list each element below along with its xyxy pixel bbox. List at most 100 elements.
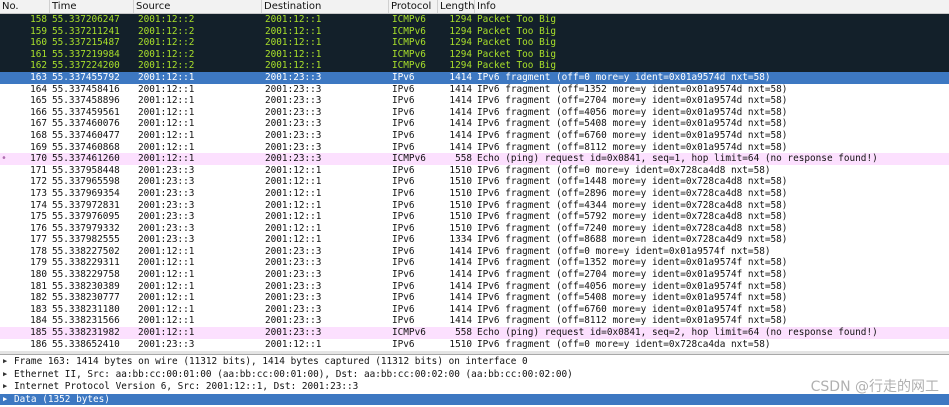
column-header-info[interactable]: Info: [475, 0, 949, 13]
packet-destination: 2001:12::1: [265, 199, 322, 211]
packet-destination: 2001:23::3: [265, 129, 322, 141]
packet-row[interactable]: 161 55.337219984 2001:12::2 2001:12::1 ICMPv…: [0, 48, 949, 61]
packet-time: 55.338231982: [52, 327, 120, 339]
packet-row[interactable]: 178 55.338227502 2001:12::1 2001:23::3 IPv6 1…: [0, 245, 949, 258]
packet-row[interactable]: 158 55.337206247 2001:12::2 2001:12::1 ICMPv…: [0, 14, 949, 26]
packet-row[interactable]: 182 55.338230777 2001:12::1 2001:23::3 IPv6 1…: [0, 292, 949, 304]
packet-time: 55.337459561: [52, 106, 120, 118]
packet-row[interactable]: 173 55.337969354 2001:23::3 2001:12::1 IPv6 1…: [0, 187, 949, 200]
packet-row[interactable]: 180 55.338229758 2001:12::1 2001:23::3 IPv6 1…: [0, 269, 949, 281]
packet-destination: 2001:12::1: [265, 164, 322, 176]
packet-source: 2001:12::1: [138, 118, 195, 130]
packet-length: 1510: [449, 222, 472, 234]
expand-arrow-icon[interactable]: ▶: [3, 381, 7, 393]
packet-row[interactable]: 164 55.337458416 2001:12::1 2001:23::3 IPv6 1…: [0, 83, 949, 96]
packet-info: Echo (ping) request id=0x0841, seq=1, ho…: [477, 153, 878, 165]
packet-row[interactable]: 169 55.337460868 2001:12::1 2001:23::3 IPv6 1…: [0, 141, 949, 154]
column-header-time[interactable]: Time: [50, 0, 134, 13]
packet-time: 55.338229311: [52, 257, 120, 269]
watermark: CSDN @行走的网工: [810, 379, 939, 395]
packet-time: 55.337215487: [52, 37, 120, 49]
packet-number: 174: [30, 199, 47, 211]
packet-length: 1294: [449, 37, 472, 49]
packet-source: 2001:12::1: [138, 129, 195, 141]
packet-length: 1510: [449, 176, 472, 188]
packet-row[interactable]: 165 55.337458896 2001:12::1 2001:23::3 IPv6 1…: [0, 95, 949, 107]
packet-number: 165: [30, 95, 47, 107]
detail-tree-item[interactable]: ▶ Frame 163: 1414 bytes on wire (11312 bi…: [0, 356, 949, 368]
packet-time: 55.337461260: [52, 153, 120, 165]
expand-arrow-icon[interactable]: ▶: [3, 369, 7, 381]
packet-time: 55.338231180: [52, 303, 120, 315]
packet-row[interactable]: 186 55.338652410 2001:23::3 2001:12::1 IPv6 1…: [0, 338, 949, 351]
packet-row[interactable]: 166 55.337459561 2001:12::1 2001:23::3 IPv6 1…: [0, 106, 949, 119]
packet-destination: 2001:23::3: [265, 245, 322, 257]
packet-row[interactable]: 159 55.337211241 2001:12::2 2001:12::1 ICMPv…: [0, 25, 949, 38]
packet-row[interactable]: 168 55.337460477 2001:12::1 2001:23::3 IPv6 1…: [0, 129, 949, 142]
packet-info: Packet Too Big: [477, 25, 557, 37]
packet-info: IPv6 fragment (off=2704 more=y ident=0x0…: [477, 95, 788, 107]
packet-protocol: ICMPv6: [392, 153, 426, 165]
packet-info: IPv6 fragment (off=0 more=y ident=0x01a9…: [477, 71, 771, 83]
packet-protocol: IPv6: [392, 164, 415, 176]
packet-row[interactable]: 167 55.337460076 2001:12::1 2001:23::3 IPv6 1…: [0, 118, 949, 130]
packet-time: 55.337455792: [52, 71, 120, 83]
expand-arrow-icon[interactable]: ▶: [3, 394, 7, 406]
packet-number: 180: [30, 269, 47, 281]
packet-row[interactable]: 175 55.337976095 2001:23::3 2001:12::1 IPv6 1…: [0, 211, 949, 223]
packet-row[interactable]: 179 55.338229311 2001:12::1 2001:23::3 IPv6 1…: [0, 257, 949, 270]
packet-info: IPv6 fragment (off=6760 more=y ident=0x0…: [477, 303, 788, 315]
packet-protocol: IPv6: [392, 211, 415, 223]
packet-time: 55.337211241: [52, 25, 120, 37]
packet-row[interactable]: 172 55.337965598 2001:23::3 2001:12::1 IPv6 1…: [0, 176, 949, 188]
packet-row[interactable]: 185 55.338231982 2001:12::1 2001:23::3 ICMPv…: [0, 327, 949, 339]
packet-source: 2001:23::3: [138, 234, 195, 246]
packet-protocol: IPv6: [392, 280, 415, 292]
packet-time: 55.337972831: [52, 199, 120, 211]
packet-info: IPv6 fragment (off=5792 more=y ident=0x7…: [477, 211, 788, 223]
detail-tree-item[interactable]: ▶ Data (1352 bytes): [0, 393, 949, 406]
packet-details-pane: ▶ Frame 163: 1414 bytes on wire (11312 bi…: [0, 354, 949, 407]
packet-length: 558: [455, 153, 472, 165]
packet-row[interactable]: 160 55.337215487 2001:12::2 2001:12::1 ICMPv…: [0, 37, 949, 49]
packet-info: Packet Too Big: [477, 14, 557, 25]
packet-row[interactable]: 163 55.337455792 2001:12::1 2001:23::3 IPv6 1…: [0, 71, 949, 84]
column-header-destination[interactable]: Destination: [262, 0, 389, 13]
packet-time: 55.338652410: [52, 338, 120, 350]
column-header-length[interactable]: Length: [438, 0, 475, 13]
packet-row[interactable]: 184 55.338231566 2001:12::1 2001:23::3 IPv6 1…: [0, 315, 949, 328]
packet-length: 1414: [449, 83, 472, 95]
packet-info: Packet Too Big: [477, 37, 557, 49]
expand-arrow-icon[interactable]: ▶: [3, 356, 7, 368]
packet-source: 2001:23::3: [138, 176, 195, 188]
packet-time: 55.337460868: [52, 141, 120, 153]
packet-row[interactable]: 171 55.337958448 2001:23::3 2001:12::1 IPv6 1…: [0, 164, 949, 177]
packet-time: 55.337458896: [52, 95, 120, 107]
packet-source: 2001:12::1: [138, 303, 195, 315]
packet-time: 55.338230777: [52, 292, 120, 304]
packet-row[interactable]: 162 55.337224200 2001:12::2 2001:12::1 ICMPv…: [0, 60, 949, 72]
column-header-source[interactable]: Source: [134, 0, 262, 13]
wireshark-window: No. Time Source Destination Protocol Len…: [0, 0, 949, 407]
packet-length: 1414: [449, 95, 472, 107]
packet-number: 162: [30, 60, 47, 72]
packet-row[interactable]: 183 55.338231180 2001:12::1 2001:23::3 IPv6 1…: [0, 303, 949, 316]
packet-number: 169: [30, 141, 47, 153]
packet-row[interactable]: 176 55.337979332 2001:23::3 2001:12::1 IPv6 1…: [0, 222, 949, 235]
packet-protocol: IPv6: [392, 199, 415, 211]
packet-row[interactable]: • 170 55.337461260 2001:12::1 2001:23::3 ICMP…: [0, 153, 949, 165]
detail-tree-item[interactable]: ▶ Internet Protocol Version 6, Src: 2001:…: [0, 381, 949, 393]
packet-row[interactable]: 174 55.337972831 2001:23::3 2001:12::1 IPv6 1…: [0, 199, 949, 212]
packet-source: 2001:12::1: [138, 315, 195, 327]
packet-source: 2001:12::1: [138, 327, 195, 339]
packet-source: 2001:12::1: [138, 257, 195, 269]
packet-row[interactable]: 177 55.337982555 2001:23::3 2001:12::1 IPv6 1…: [0, 234, 949, 246]
column-header-no[interactable]: No.: [0, 0, 50, 13]
packet-info: IPv6 fragment (off=8112 more=y ident=0x0…: [477, 315, 788, 327]
packet-protocol: ICMPv6: [392, 60, 426, 72]
packet-row[interactable]: 181 55.338230389 2001:12::1 2001:23::3 IPv6 1…: [0, 280, 949, 293]
packet-protocol: IPv6: [392, 106, 415, 118]
detail-tree-item[interactable]: ▶ Ethernet II, Src: aa:bb:cc:00:01:00 (aa…: [0, 369, 949, 381]
packet-length: 1414: [449, 71, 472, 83]
column-header-protocol[interactable]: Protocol: [389, 0, 438, 13]
